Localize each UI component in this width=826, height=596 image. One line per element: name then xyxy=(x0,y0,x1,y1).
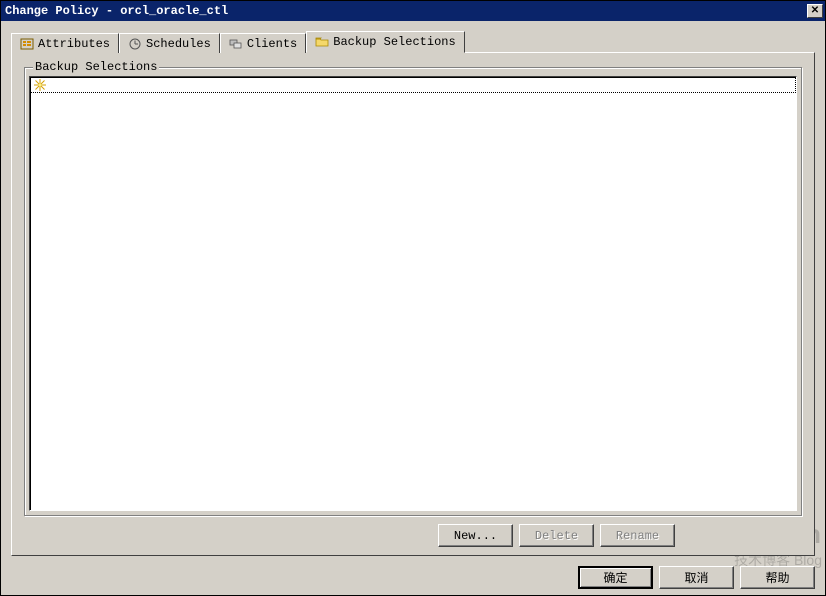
tab-attributes[interactable]: Attributes xyxy=(11,33,119,53)
tab-strip: Attributes Schedules xyxy=(11,31,815,53)
tab-label: Schedules xyxy=(146,37,211,51)
window-title: Change Policy - orcl_oracle_ctl xyxy=(5,4,807,18)
spacer xyxy=(681,524,721,547)
rename-button: Rename xyxy=(600,524,675,547)
panel-button-row: New... Delete Rename xyxy=(24,516,802,547)
tab-clients[interactable]: Clients xyxy=(220,33,306,53)
tab-backup-selections[interactable]: Backup Selections xyxy=(306,31,464,53)
tab-label: Attributes xyxy=(38,37,110,51)
ok-button[interactable]: 确定 xyxy=(578,566,653,589)
list-item[interactable] xyxy=(30,77,796,93)
new-button[interactable]: New... xyxy=(438,524,513,547)
tab-schedules[interactable]: Schedules xyxy=(119,33,220,53)
tab-label: Backup Selections xyxy=(333,35,455,49)
close-button[interactable]: ✕ xyxy=(807,4,823,18)
attributes-icon xyxy=(20,38,34,50)
clients-icon xyxy=(229,38,243,50)
help-button[interactable]: 帮助 xyxy=(740,566,815,589)
groupbox-label: Backup Selections xyxy=(33,60,159,74)
backup-selection-input[interactable] xyxy=(51,78,793,92)
tab-label: Clients xyxy=(247,37,297,51)
titlebar[interactable]: Change Policy - orcl_oracle_ctl ✕ xyxy=(1,1,825,21)
backup-selections-list[interactable] xyxy=(29,76,797,511)
backup-selections-groupbox: Backup Selections xyxy=(24,67,802,516)
cancel-button[interactable]: 取消 xyxy=(659,566,734,589)
new-item-icon xyxy=(33,78,47,92)
folder-icon xyxy=(315,36,329,48)
dialog-button-row: 确定 取消 帮助 xyxy=(1,560,825,595)
tab-panel-backup-selections: Backup Selections xyxy=(11,52,815,556)
delete-button: Delete xyxy=(519,524,594,547)
schedules-icon xyxy=(128,38,142,50)
client-area: Attributes Schedules xyxy=(1,21,825,560)
dialog-window: Change Policy - orcl_oracle_ctl ✕ Attrib… xyxy=(0,0,826,596)
spacer xyxy=(727,524,802,547)
